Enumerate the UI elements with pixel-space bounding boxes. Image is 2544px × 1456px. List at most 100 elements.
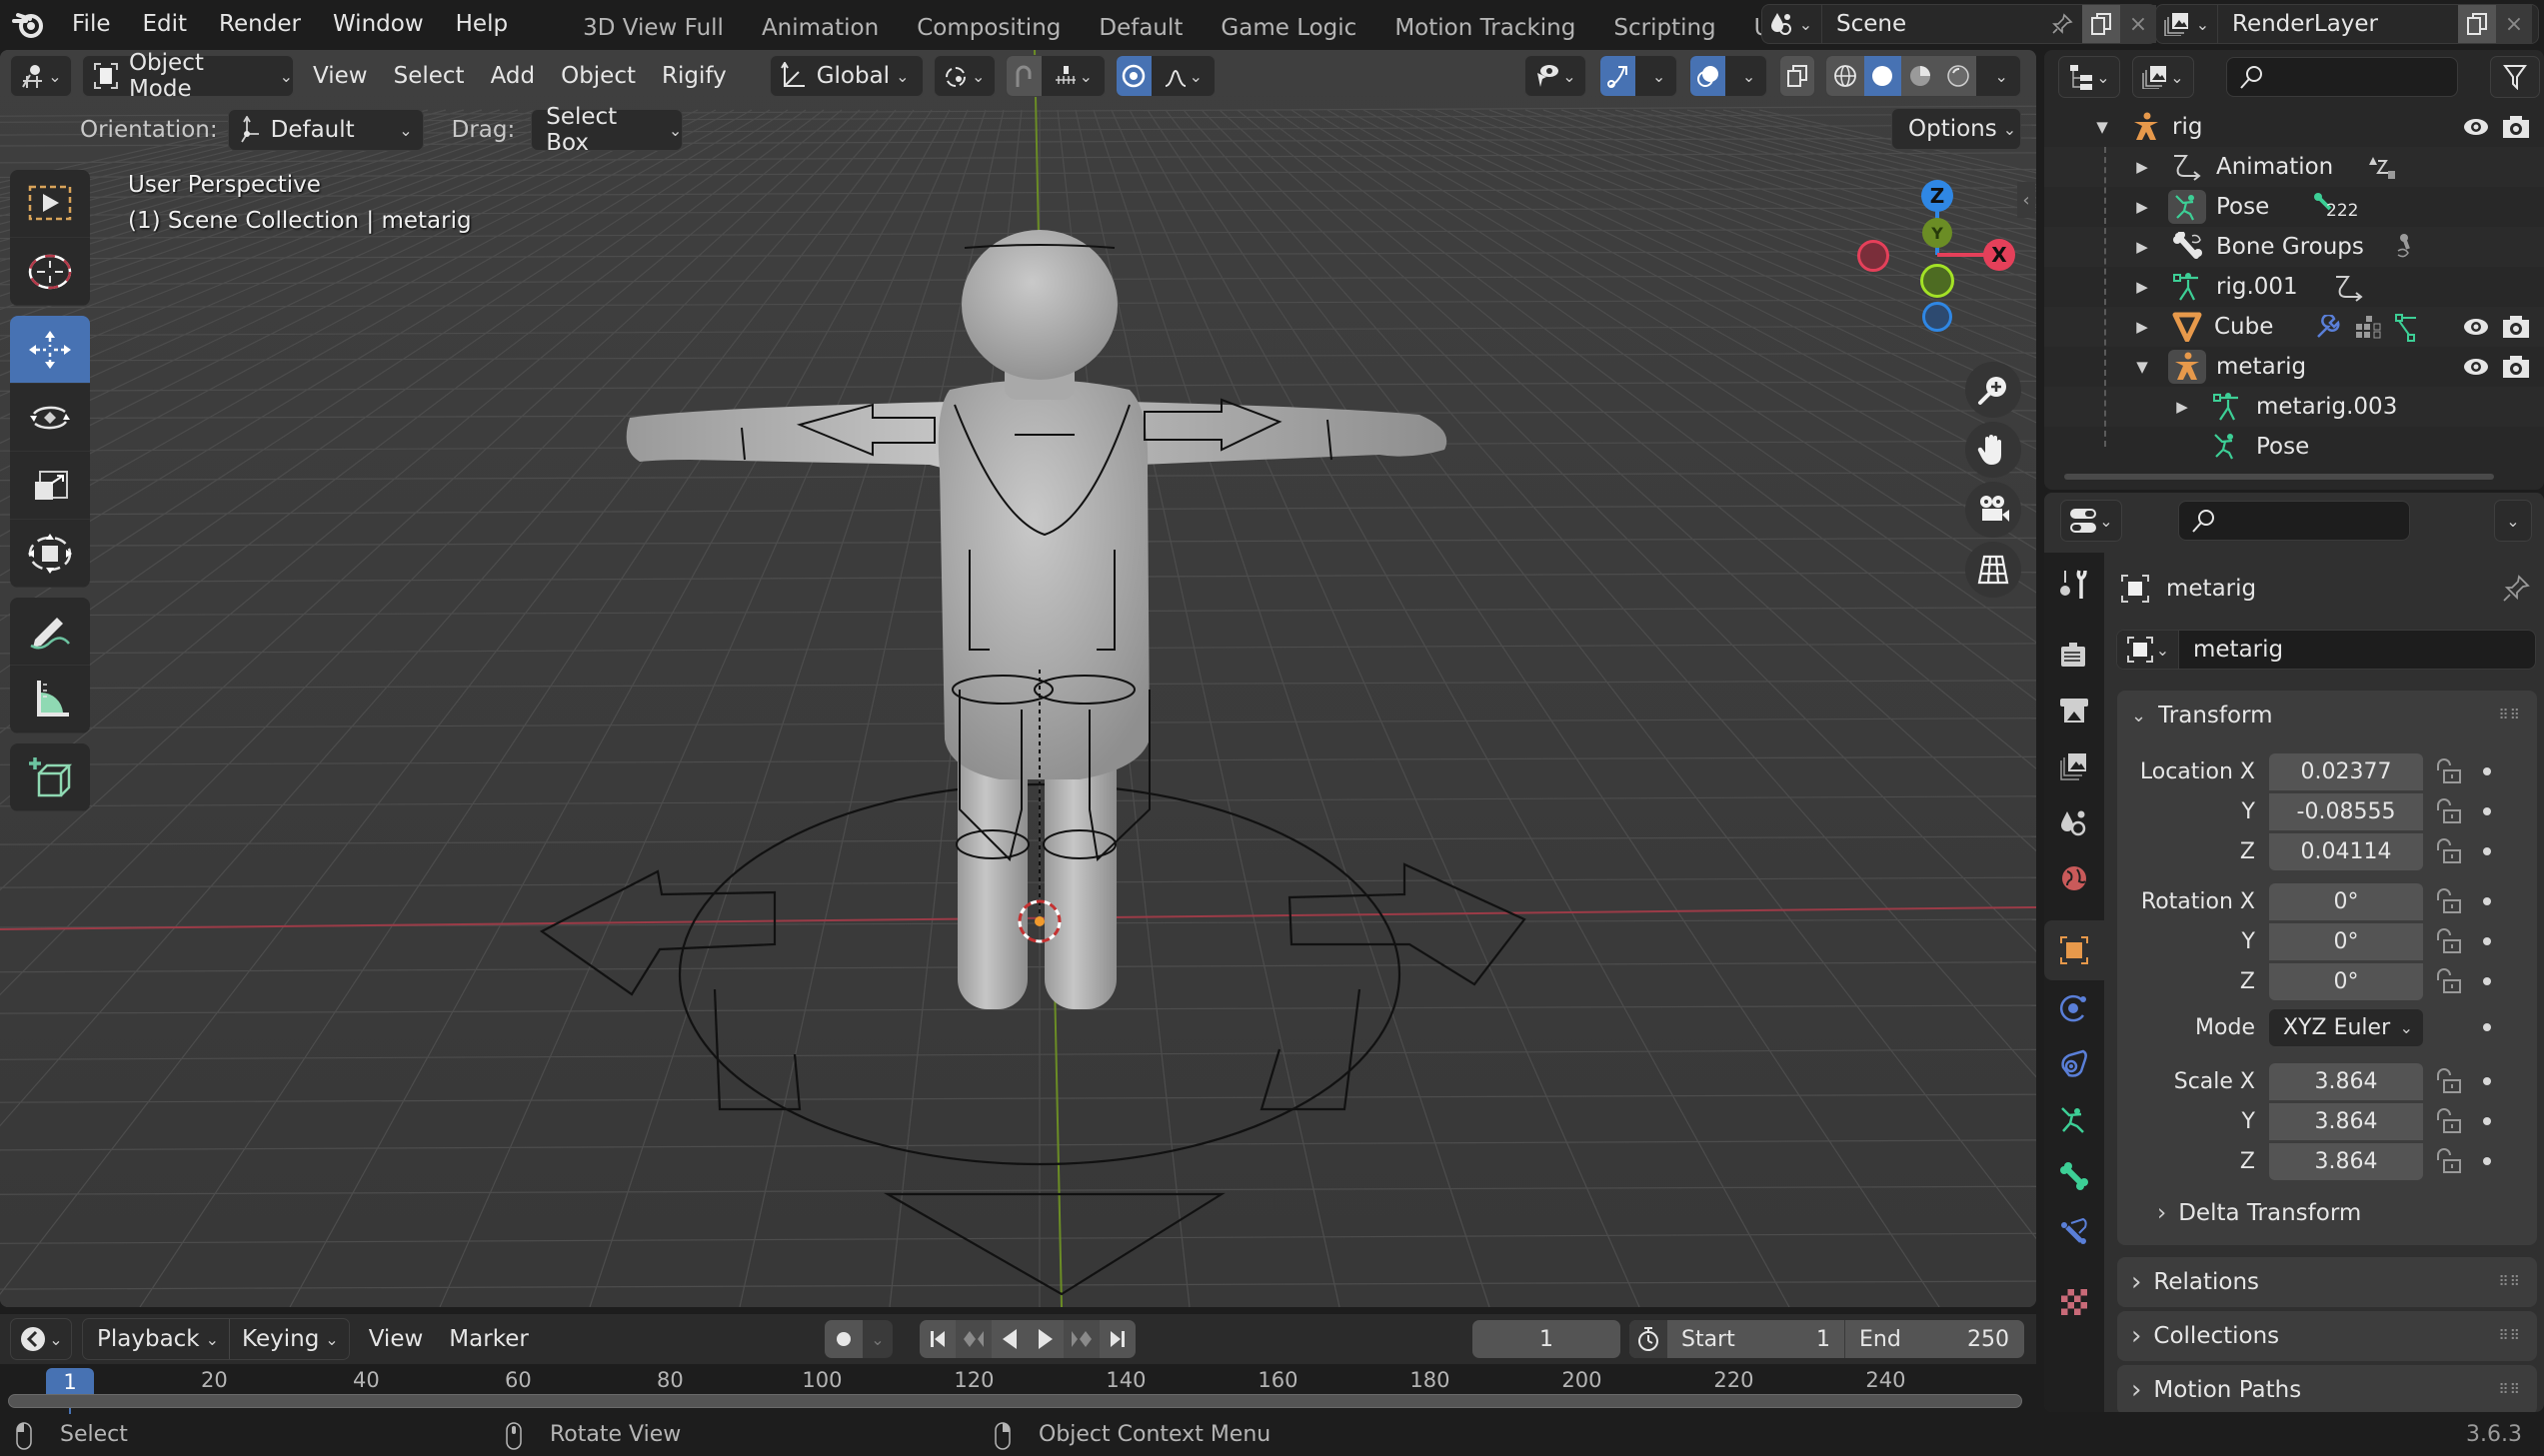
rotation-field[interactable]: 0° [2269,962,2423,1000]
xray-toggle[interactable] [1779,55,1815,97]
expand-arrow-icon[interactable]: ▶ [2132,158,2152,176]
sidebar-toggle-arrow[interactable]: ‹ [2017,182,2035,218]
tab-bone-constraints[interactable] [2044,1204,2104,1260]
tool-transform[interactable] [10,520,90,588]
menu-edit[interactable]: Edit [127,0,204,48]
scale-field[interactable]: 3.864 [2269,1142,2423,1180]
tab-tool[interactable] [2044,557,2104,613]
pin-scene-icon[interactable] [2042,13,2082,35]
jump-prev-keyframe-button[interactable] [956,1320,992,1358]
3d-viewport[interactable]: ⌄ Object Mode ⌄ View Select Add Object R… [0,50,2036,1307]
timeline-ruler[interactable]: 20 40 60 80 100 120 140 160 180 200 220 240 1 [0,1366,2036,1414]
new-view-layer-button[interactable] [2458,5,2496,43]
overlays-dropdown[interactable]: ⌄ [1725,67,1766,86]
workspace-tab-compositing[interactable]: Compositing [898,0,1080,48]
tab-world[interactable] [2044,850,2104,906]
expand-arrow-icon[interactable]: ▶ [2132,278,2152,296]
object-name-input[interactable] [2179,637,2519,663]
lock-toggle[interactable] [2429,838,2469,864]
properties-search-field[interactable] [2178,501,2410,541]
workspace-tab-game-logic[interactable]: Game Logic [1202,0,1375,48]
keyframe-dot-icon[interactable] [2483,807,2491,815]
tool-move[interactable] [10,316,90,384]
tool-annotate[interactable] [10,598,90,666]
current-frame-field[interactable]: 1 [1472,1320,1620,1358]
expand-arrow-icon[interactable]: ▶ [2172,398,2192,416]
new-scene-button[interactable] [2082,5,2120,43]
expand-arrow-icon[interactable]: ▶ [2132,318,2152,336]
rotation-mode-dropdown[interactable]: XYZ Euler ⌄ [2269,1008,2423,1046]
timeline-editor-type-button[interactable]: ⌄ [10,1318,72,1360]
visibility-eye-icon[interactable] [2462,357,2490,377]
lock-toggle[interactable] [2429,798,2469,824]
tab-object[interactable] [2044,920,2104,980]
collapse-arrow-icon[interactable]: ▼ [2132,358,2152,376]
transform-orientation-dropdown[interactable]: Global ⌄ [769,55,924,97]
tab-render[interactable] [2044,627,2104,683]
location-field[interactable]: -0.08555 [2269,792,2423,830]
gizmo-dropdown[interactable]: ⌄ [1635,67,1676,86]
tab-output[interactable] [2044,683,2104,738]
navigation-gizmo[interactable]: Z Y X [1829,170,2029,370]
menu-render[interactable]: Render [203,0,317,48]
workspace-tab-scripting[interactable]: Scripting [1594,0,1734,48]
lock-toggle[interactable] [2429,1108,2469,1134]
tab-armature-data[interactable] [2044,1092,2104,1148]
tool-add-cube[interactable] [10,743,90,811]
outliner-horizontal-scrollbar[interactable] [2064,474,2494,480]
options-dropdown[interactable]: Options ⌄ [1891,108,2021,150]
gizmo-neg-x-axis[interactable] [1857,240,1889,272]
lock-toggle[interactable] [2429,1068,2469,1094]
outliner-row-animation[interactable]: ▶ Animation [2044,147,2544,187]
tab-bone[interactable] [2044,1148,2104,1204]
gizmo-toggle[interactable] [1600,56,1636,96]
keyframe-dot-icon[interactable] [2483,1117,2491,1125]
lock-toggle[interactable] [2429,928,2469,954]
keyframe-dot-icon[interactable] [2483,767,2491,775]
shading-rendered-button[interactable] [1938,56,1977,96]
object-browse-button[interactable]: ⌄ [2117,631,2179,669]
camera-view-button[interactable] [1965,482,2021,538]
menu-window[interactable]: Window [317,0,440,48]
render-camera-icon[interactable] [2502,315,2530,339]
keyframe-dot-icon[interactable] [2483,897,2491,905]
tab-texture[interactable] [2044,1274,2104,1330]
drag-grip-icon[interactable]: ⠿⠿ [2498,1328,2521,1344]
delta-transform-subpanel[interactable]: › Delta Transform [2157,1200,2361,1226]
auto-keying-toggle[interactable] [825,1320,863,1358]
shading-wireframe-button[interactable] [1826,56,1864,96]
timeline-scrollbar[interactable] [8,1394,2022,1408]
tab-constraints[interactable] [2044,1036,2104,1092]
drag-grip-icon[interactable]: ⠿⠿ [2498,1274,2521,1290]
pivot-point-dropdown[interactable]: ⌄ [933,55,996,97]
viewport-canvas[interactable] [0,50,2036,1307]
location-field[interactable]: 0.02377 [2269,752,2423,790]
outliner-row-metarig-003[interactable]: ▶ metarig.003 [2044,387,2544,427]
outliner-filter-dropdown[interactable] [2490,56,2540,98]
workspace-tab-motion-tracking[interactable]: Motion Tracking [1375,0,1594,48]
viewport-menu-add[interactable]: Add [478,63,549,89]
toggle-ortho-button[interactable] [1965,542,2021,598]
menu-file[interactable]: File [56,0,127,48]
visibility-eye-icon[interactable] [2462,117,2490,137]
tool-cursor[interactable] [10,238,90,306]
mode-dropdown[interactable]: Object Mode ⌄ [82,50,294,102]
outliner-row-bone-groups[interactable]: ▶ Bone Groups [2044,227,2544,267]
start-frame-field[interactable]: Start 1 [1667,1320,1845,1358]
drag-dropdown[interactable]: Select Box ⌄ [531,104,684,156]
scene-browse-button[interactable]: ⌄ [1762,5,1822,43]
scene-name-field[interactable] [1822,11,2042,37]
properties-editor-type-button[interactable]: ⌄ [2060,500,2122,542]
render-camera-icon[interactable] [2502,355,2530,379]
gizmo-x-axis[interactable]: X [1983,239,2015,271]
end-frame-field[interactable]: End 250 [1845,1320,2023,1358]
workspace-tab-default[interactable]: Default [1080,0,1202,48]
rotation-field[interactable]: 0° [2269,882,2423,920]
keying-menu[interactable]: Keying ⌄ [230,1319,349,1359]
tool-rotate[interactable] [10,384,90,452]
tool-scale[interactable] [10,452,90,520]
delete-scene-button[interactable]: × [2120,5,2156,43]
workspace-tab-animation[interactable]: Animation [743,0,898,48]
keyframe-dot-icon[interactable] [2483,937,2491,945]
outliner-search-field[interactable] [2226,57,2458,97]
